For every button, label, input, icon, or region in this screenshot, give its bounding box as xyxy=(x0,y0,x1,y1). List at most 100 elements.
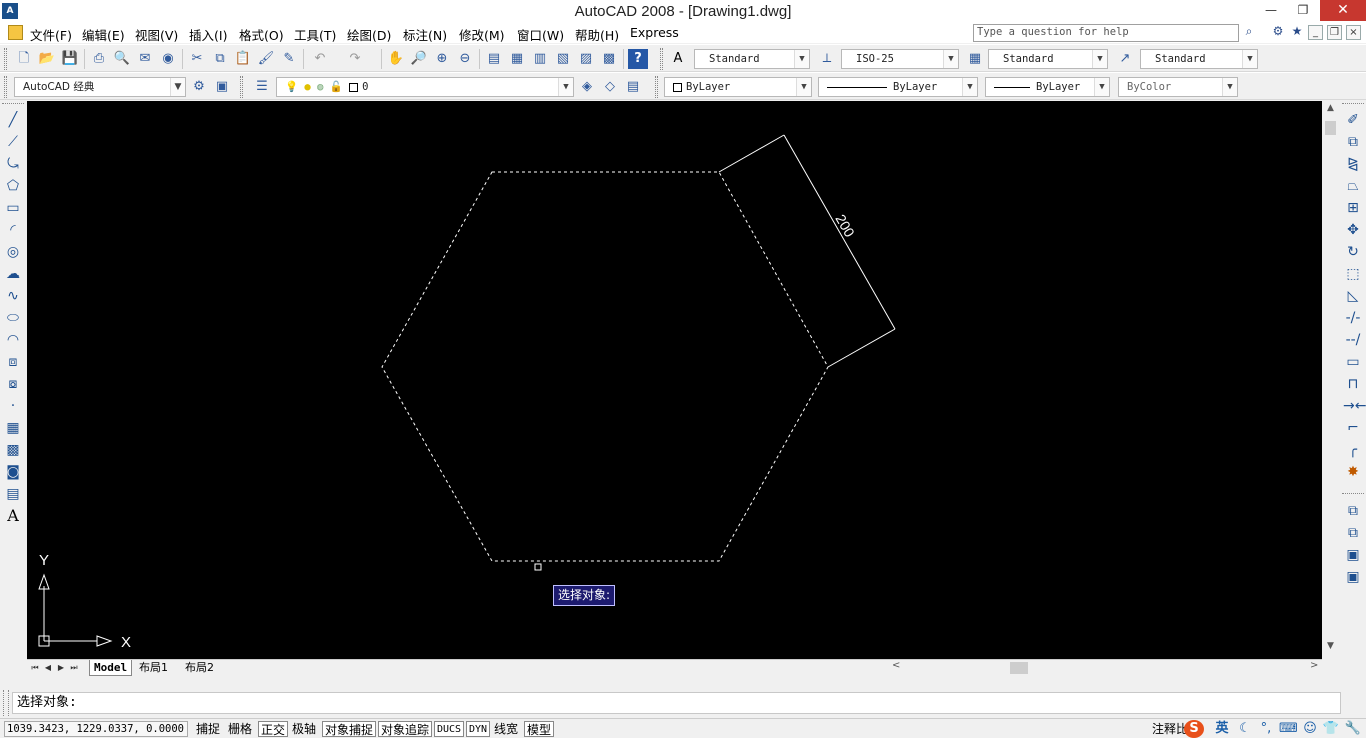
cut-icon[interactable]: ✂ xyxy=(187,49,207,69)
chevron-down-icon[interactable]: ▼ xyxy=(170,78,185,96)
mirror-icon[interactable]: ⧎ xyxy=(1343,154,1363,174)
paste-icon[interactable]: 📋 xyxy=(233,49,253,69)
workspace-save-icon[interactable]: ▣ xyxy=(212,77,232,97)
trim-icon[interactable]: -/- xyxy=(1343,308,1363,328)
chevron-down-icon[interactable]: ▼ xyxy=(962,78,977,96)
pan-icon[interactable]: ✋ xyxy=(386,49,406,69)
scroll-down-icon[interactable]: ▼ xyxy=(1322,641,1339,657)
make-block-icon[interactable]: ⧇ xyxy=(3,374,23,394)
redo-icon[interactable]: ↷ xyxy=(345,49,365,69)
doc-restore-button[interactable]: ❐ xyxy=(1327,25,1342,40)
next-tab-icon[interactable]: ▶ xyxy=(56,661,66,675)
scroll-up-icon[interactable]: ▲ xyxy=(1322,103,1339,119)
layer-select[interactable]: 💡 ● ◍ 🔓 0 ▼ xyxy=(276,77,574,97)
dim-style-select[interactable]: ISO-25 ▼ xyxy=(841,49,959,69)
menu-help[interactable]: 帮助(H) xyxy=(575,25,619,44)
rotate-icon[interactable]: ↻ xyxy=(1343,242,1363,262)
hexagon[interactable] xyxy=(381,171,829,562)
search-icon[interactable]: ⌕ xyxy=(1241,24,1257,41)
unlock-icon[interactable]: 🔓 xyxy=(330,81,343,93)
text-style-select[interactable]: Standard ▼ xyxy=(694,49,810,69)
break-icon[interactable]: ⊓ xyxy=(1343,374,1363,394)
ime-language-indicator[interactable]: 英 xyxy=(1213,720,1231,738)
extend-icon[interactable]: --/ xyxy=(1343,330,1363,350)
color-select[interactable]: ByLayer ▼ xyxy=(664,77,812,97)
bring-above-icon[interactable]: ▣ xyxy=(1343,545,1363,565)
zoom-previous-icon[interactable]: ⊖ xyxy=(455,49,475,69)
text-style-icon[interactable]: A xyxy=(668,49,688,69)
multiline-text-icon[interactable]: A xyxy=(3,506,23,526)
save-icon[interactable]: 💾 xyxy=(60,49,80,69)
markup-icon[interactable]: ▨ xyxy=(576,49,596,69)
wrench-icon[interactable]: 🔧 xyxy=(1344,720,1362,738)
menu-modify[interactable]: 修改(M) xyxy=(459,25,505,44)
sun-icon[interactable]: ● xyxy=(304,81,310,93)
freeze-viewport-icon[interactable]: ◍ xyxy=(317,81,323,93)
chevron-down-icon[interactable]: ▼ xyxy=(943,50,958,68)
toolbar-grip[interactable] xyxy=(4,76,7,98)
mleader-style-select[interactable]: Standard ▼ xyxy=(1140,49,1258,69)
ellipse-icon[interactable]: ⬭ xyxy=(3,308,23,328)
menu-tools[interactable]: 工具(T) xyxy=(294,25,336,44)
ducs-toggle[interactable]: DUCS xyxy=(434,721,465,737)
plot-icon[interactable]: ⎙ xyxy=(89,49,109,69)
doc-minimize-button[interactable]: _ xyxy=(1308,25,1323,40)
toolbar-grip[interactable] xyxy=(655,76,658,98)
table-icon[interactable]: ▤ xyxy=(3,484,23,504)
open-file-icon[interactable]: 📂 xyxy=(37,49,57,69)
publish-icon[interactable]: ✉ xyxy=(135,49,155,69)
tool-palettes-icon[interactable]: ▥ xyxy=(530,49,550,69)
make-object-layer-current-icon[interactable]: ◈ xyxy=(577,77,597,97)
chevron-down-icon[interactable]: ▼ xyxy=(794,50,809,68)
bring-to-front-icon[interactable]: ⧉ xyxy=(1343,501,1363,521)
help-search-input[interactable]: Type a question for help xyxy=(973,24,1239,42)
chevron-down-icon[interactable]: ▼ xyxy=(1092,50,1107,68)
array-icon[interactable]: ⊞ xyxy=(1343,198,1363,218)
mleader-style-icon[interactable]: ↗ xyxy=(1115,49,1135,69)
document-icon[interactable] xyxy=(8,25,23,40)
menu-dimension[interactable]: 标注(N) xyxy=(403,25,447,44)
ellipse-arc-icon[interactable]: ◠ xyxy=(3,330,23,350)
polar-toggle[interactable]: 极轴 xyxy=(290,721,318,737)
menu-view[interactable]: 视图(V) xyxy=(135,25,178,44)
menu-file[interactable]: 文件(F) xyxy=(30,25,72,44)
move-icon[interactable]: ✥ xyxy=(1343,220,1363,240)
construction-line-icon[interactable]: ⟋ xyxy=(3,132,23,152)
chevron-down-icon[interactable]: ▼ xyxy=(796,78,811,96)
polygon-icon[interactable]: ⬠ xyxy=(3,176,23,196)
undo-icon[interactable]: ↶ xyxy=(310,49,330,69)
half-width-moon-icon[interactable]: ☾ xyxy=(1236,720,1254,738)
drawing-canvas[interactable]: 200 Y X 选择对象: xyxy=(27,101,1322,659)
stretch-icon[interactable]: ◺ xyxy=(1343,286,1363,306)
osnap-toggle[interactable]: 对象捕捉 xyxy=(322,721,377,737)
erase-icon[interactable]: ✐ xyxy=(1343,110,1363,130)
lineweight-toggle[interactable]: 线宽 xyxy=(492,721,520,737)
menu-draw[interactable]: 绘图(D) xyxy=(347,25,391,44)
revision-cloud-icon[interactable]: ☁ xyxy=(3,264,23,284)
menu-window[interactable]: 窗口(W) xyxy=(517,25,564,44)
toolbar-grip[interactable] xyxy=(660,48,663,70)
menu-edit[interactable]: 编辑(E) xyxy=(82,25,125,44)
fillet-icon[interactable]: ╭ xyxy=(1343,440,1363,460)
linetype-select[interactable]: ByLayer ▼ xyxy=(818,77,978,97)
zoom-realtime-icon[interactable]: 🔎 xyxy=(409,49,429,69)
dyn-toggle[interactable]: DYN xyxy=(466,721,491,737)
3d-dwf-icon[interactable]: ◉ xyxy=(158,49,178,69)
join-icon[interactable]: →← xyxy=(1343,396,1366,416)
copy-object-icon[interactable]: ⧉ xyxy=(1343,132,1363,152)
circle-icon[interactable]: ◎ xyxy=(3,242,23,262)
region-icon[interactable]: ◙ xyxy=(3,462,23,482)
send-to-back-icon[interactable]: ⧉ xyxy=(1343,523,1363,543)
lightbulb-icon[interactable]: 💡 xyxy=(285,81,298,93)
command-window-grip[interactable] xyxy=(3,690,9,716)
zoom-window-icon[interactable]: ⊕ xyxy=(432,49,452,69)
point-icon[interactable]: · xyxy=(3,396,23,416)
explode-icon[interactable]: ✸ xyxy=(1343,462,1363,482)
sheet-set-icon[interactable]: ▧ xyxy=(553,49,573,69)
table-style-icon[interactable]: ▦ xyxy=(965,49,985,69)
lineweight-select[interactable]: ByLayer ▼ xyxy=(985,77,1110,97)
polyline-icon[interactable]: ⤿ xyxy=(3,154,23,174)
hscroll-thumb[interactable] xyxy=(1010,662,1028,674)
properties-icon[interactable]: ▤ xyxy=(484,49,504,69)
menu-insert[interactable]: 插入(I) xyxy=(189,25,227,44)
